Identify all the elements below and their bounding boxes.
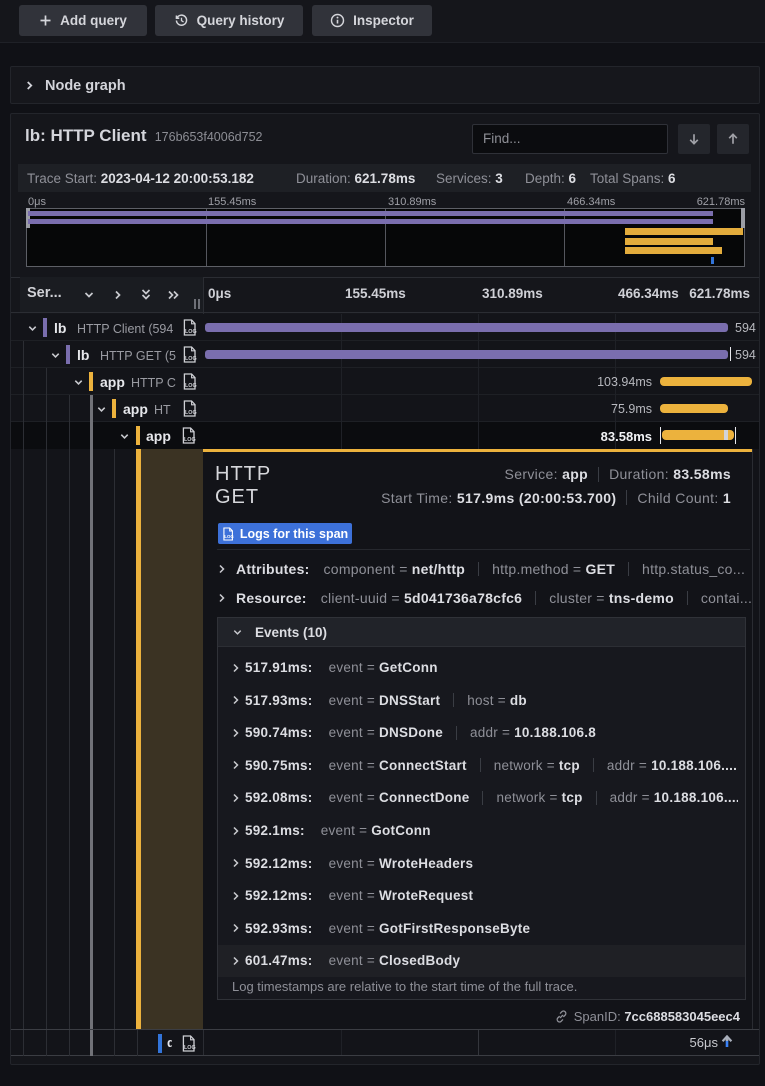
- svg-text:LOG: LOG: [185, 410, 197, 416]
- svg-text:LOG: LOG: [185, 383, 197, 389]
- svg-text:LOG: LOG: [185, 356, 197, 362]
- svg-text:LOG: LOG: [184, 437, 196, 443]
- svg-text:LOG: LOG: [184, 1044, 196, 1050]
- svg-text:LOG: LOG: [224, 534, 234, 539]
- svg-text:LOG: LOG: [185, 329, 197, 335]
